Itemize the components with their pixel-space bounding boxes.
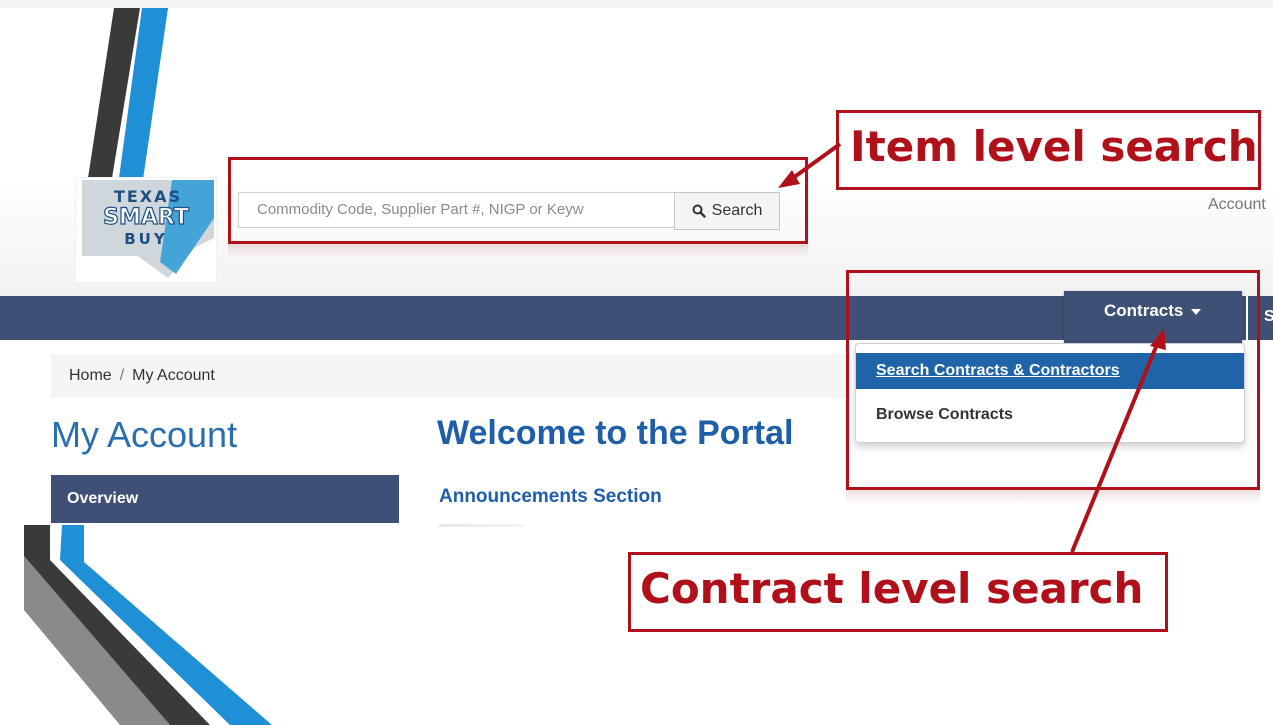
announcements-heading: Announcements Section xyxy=(439,486,662,507)
contract-search-highlight xyxy=(846,270,1260,490)
account-link[interactable]: Account xyxy=(1208,196,1266,214)
logo-text-texas: TEXAS xyxy=(114,187,182,206)
bottom-dark-stripe xyxy=(24,556,170,725)
breadcrumb-home[interactable]: Home xyxy=(69,367,112,384)
breadcrumb: Home / My Account xyxy=(51,354,847,398)
item-search-label: Item level search xyxy=(850,122,1258,171)
sidebar-item-overview[interactable]: Overview xyxy=(51,475,399,523)
contract-search-shadow xyxy=(846,490,1260,504)
logo-graphic: TEXAS SMART BUY xyxy=(82,180,214,278)
page-title: My Account xyxy=(51,414,238,455)
welcome-heading: Welcome to the Portal xyxy=(437,414,794,452)
top-band xyxy=(0,0,1273,8)
breadcrumb-separator: / xyxy=(119,367,125,384)
announcements-divider xyxy=(439,524,525,527)
logo-text-buy: BUY xyxy=(124,230,167,248)
contract-search-label: Contract level search xyxy=(640,564,1144,613)
bottom-gray-stripe xyxy=(24,525,210,725)
bottom-blue-stripe xyxy=(60,525,272,725)
item-search-highlight xyxy=(228,157,808,244)
logo-text-smart: SMART xyxy=(103,205,189,230)
item-search-shadow xyxy=(228,244,808,258)
texas-smartbuy-logo[interactable]: TEXAS SMART BUY xyxy=(76,178,216,282)
breadcrumb-current: My Account xyxy=(132,367,215,384)
